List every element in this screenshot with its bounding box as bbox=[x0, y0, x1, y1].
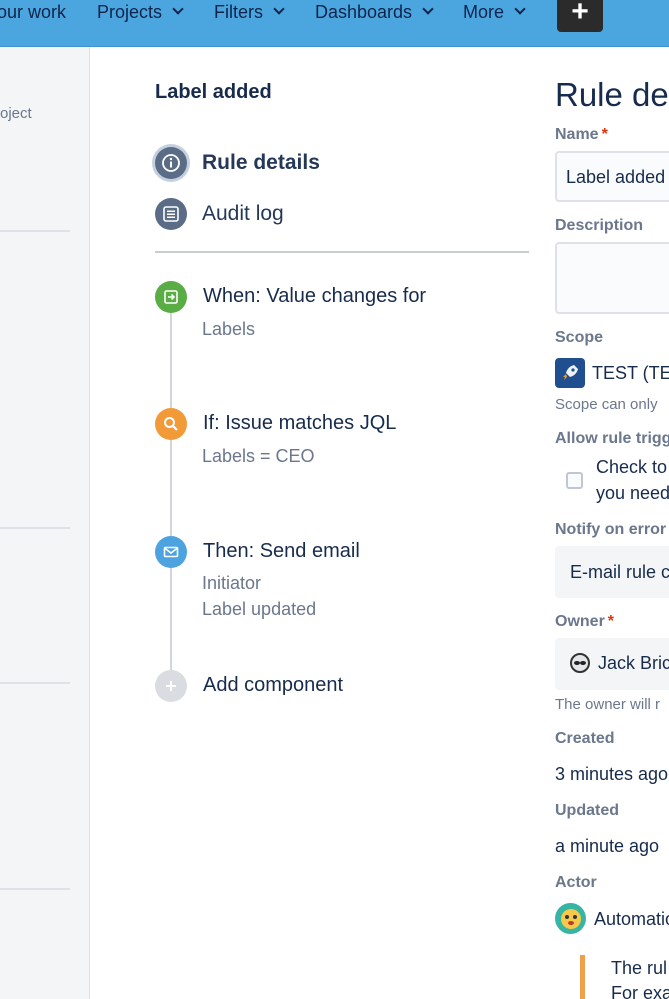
sidebar-divider bbox=[0, 230, 70, 232]
chevron-down-icon bbox=[273, 3, 285, 15]
nav-more-label: More bbox=[463, 2, 505, 22]
nav-your-work-label: our work bbox=[0, 2, 67, 22]
plus-icon bbox=[155, 670, 187, 702]
mail-icon bbox=[155, 536, 187, 568]
component-condition-title: If: Issue matches JQL bbox=[203, 412, 397, 434]
info-panel-text-line2: For exa bbox=[611, 983, 669, 999]
nav-filters[interactable]: Filters bbox=[214, 0, 285, 24]
chevron-down-icon bbox=[422, 3, 434, 15]
created-label: Created bbox=[555, 730, 615, 747]
updated-value: a minute ago bbox=[555, 836, 660, 856]
components-connector-line bbox=[170, 312, 172, 692]
component-action-sub: Initiator bbox=[202, 573, 262, 593]
menu-audit-log[interactable]: Audit log bbox=[155, 198, 284, 230]
nav-more[interactable]: More bbox=[463, 0, 526, 24]
actor-value: Automatio bbox=[594, 909, 669, 929]
allow-rule-trigger-text-line1: Check to bbox=[596, 457, 668, 477]
required-mark: * bbox=[601, 126, 608, 143]
rocket-icon bbox=[555, 358, 585, 388]
name-field-value: Label added bbox=[566, 167, 666, 187]
search-icon bbox=[155, 408, 187, 440]
component-action-sub: Label updated bbox=[202, 599, 317, 619]
name-field[interactable]: Label added bbox=[555, 151, 669, 202]
menu-audit-log-label: Audit log bbox=[202, 202, 284, 225]
description-label: Description bbox=[555, 217, 644, 234]
actor-avatar bbox=[555, 903, 586, 934]
info-panel-text-line1: The rul bbox=[611, 958, 668, 978]
scope-label: Scope bbox=[555, 329, 604, 346]
sidebar: oject bbox=[0, 47, 90, 999]
add-component-label: Add component bbox=[203, 674, 344, 696]
scope-help-text: Scope can only bbox=[555, 396, 658, 413]
nav-projects-label: Projects bbox=[97, 2, 163, 22]
nav-filters-label: Filters bbox=[214, 2, 263, 22]
notify-on-error-value: E-mail rule c bbox=[570, 562, 669, 582]
allow-rule-trigger-text-line2: you need bbox=[596, 483, 669, 503]
menu-divider bbox=[155, 251, 529, 253]
notify-on-error-label: Notify on error bbox=[555, 521, 667, 538]
info-icon bbox=[155, 147, 187, 179]
info-panel-accent bbox=[580, 955, 585, 999]
component-action-title: Then: Send email bbox=[203, 540, 360, 562]
sidebar-divider bbox=[0, 527, 70, 529]
rule-title: Label added bbox=[155, 81, 272, 103]
notify-on-error-select[interactable]: E-mail rule c bbox=[555, 546, 669, 598]
nav-projects[interactable]: Projects bbox=[97, 0, 184, 24]
avatar bbox=[570, 653, 590, 673]
sidebar-divider bbox=[0, 682, 70, 684]
updated-label: Updated bbox=[555, 802, 619, 819]
owner-select[interactable]: Jack Bric bbox=[555, 638, 669, 690]
sidebar-project-text[interactable]: oject bbox=[0, 105, 32, 122]
menu-rule-details-label: Rule details bbox=[202, 151, 320, 174]
automation-rule-page: our work Projects Filters Dashboards Mor… bbox=[0, 0, 669, 999]
name-label-text: Name bbox=[555, 126, 599, 143]
required-mark: * bbox=[607, 613, 615, 630]
component-trigger-sub: Labels bbox=[202, 319, 256, 339]
component-trigger-title: When: Value changes for bbox=[203, 285, 427, 307]
nav-dashboards[interactable]: Dashboards bbox=[315, 0, 434, 24]
owner-label-text: Owner bbox=[555, 613, 605, 630]
actor-label: Actor bbox=[555, 874, 597, 891]
top-navigation-bar: our work Projects Filters Dashboards Mor… bbox=[0, 0, 669, 47]
name-label: Name * bbox=[555, 126, 608, 144]
scope-value: TEST (TE bbox=[592, 363, 669, 383]
chevron-down-icon bbox=[514, 3, 526, 15]
owner-help-text: The owner will r bbox=[555, 696, 661, 713]
rule-details-heading: Rule deta bbox=[555, 76, 669, 113]
menu-rule-details[interactable]: Rule details bbox=[155, 147, 320, 179]
create-button[interactable]: + bbox=[557, 0, 603, 32]
created-value: 3 minutes ago bbox=[555, 764, 669, 784]
description-field[interactable] bbox=[555, 242, 669, 314]
owner-label: Owner * bbox=[555, 613, 614, 631]
nav-dashboards-label: Dashboards bbox=[315, 2, 413, 22]
allow-rule-trigger-checkbox[interactable] bbox=[566, 472, 583, 489]
trigger-icon bbox=[155, 281, 187, 313]
chevron-down-icon bbox=[172, 3, 184, 15]
list-icon bbox=[155, 198, 187, 230]
allow-rule-trigger-label: Allow rule trigg bbox=[555, 430, 669, 447]
owner-value: Jack Bric bbox=[598, 653, 669, 673]
automation-bot-icon bbox=[560, 908, 581, 929]
component-condition-sub: Labels = CEO bbox=[202, 446, 315, 466]
nav-your-work[interactable]: our work bbox=[0, 0, 66, 24]
sidebar-divider bbox=[0, 888, 70, 890]
